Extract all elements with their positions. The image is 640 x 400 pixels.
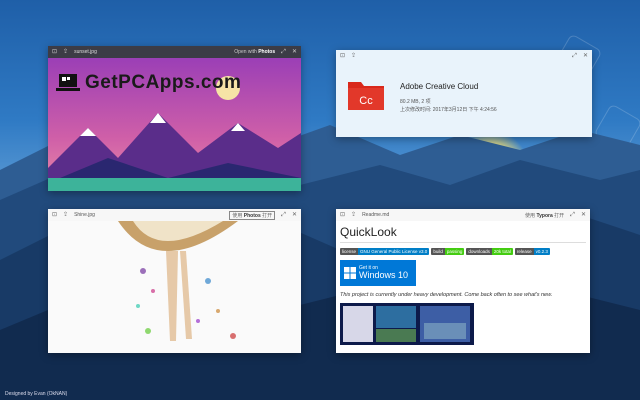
badge-label: downloads xyxy=(466,248,492,255)
pin-icon[interactable]: ⊡ xyxy=(52,46,57,58)
close-icon[interactable]: ✕ xyxy=(583,50,588,62)
pin-icon[interactable]: ⊡ xyxy=(340,50,345,62)
wallpaper-credit: Designed by Evan (OkNAN) xyxy=(5,391,68,397)
dev-note: This project is currently under heavy de… xyxy=(340,292,553,298)
folder-title: Adobe Creative Cloud xyxy=(400,82,479,91)
badge-label: build xyxy=(431,248,445,255)
close-icon[interactable]: ✕ xyxy=(581,209,586,221)
laptop-icon xyxy=(56,74,80,91)
window-title: sunset.jpg xyxy=(74,49,97,55)
titlebar: ⊡ ⇪ Readme.md 使用 Typora 打开 ⤢ ✕ xyxy=(336,209,590,221)
store-badge[interactable]: Get it on Windows 10 xyxy=(340,260,416,286)
share-icon[interactable]: ⇪ xyxy=(351,50,356,62)
image-shine xyxy=(48,221,301,353)
folder-icon: Cc xyxy=(348,82,384,110)
readme-badge[interactable]: build passing xyxy=(431,248,465,255)
badge-value: v0.2.3 xyxy=(533,248,550,255)
share-icon[interactable]: ⇪ xyxy=(63,209,68,221)
readme-badge[interactable]: license GNU General Public License v3.0 xyxy=(340,248,430,255)
pin-icon[interactable]: ⊡ xyxy=(340,209,345,221)
titlebar: ⊡ ⇪ ⤢ ✕ xyxy=(336,50,592,62)
close-icon[interactable]: ✕ xyxy=(292,209,297,221)
fullscreen-icon[interactable]: ⤢ xyxy=(281,209,286,221)
close-icon[interactable]: ✕ xyxy=(292,46,297,58)
fullscreen-icon[interactable]: ⤢ xyxy=(281,46,286,58)
titlebar: ⊡ ⇪ sunset.jpg Open with Photos ⤢ ✕ xyxy=(48,46,301,58)
badge-label: license xyxy=(340,248,359,255)
watermark-logo: GetPCApps.com xyxy=(56,72,241,94)
open-with-button[interactable]: 使用 Typora 打开 xyxy=(525,212,564,219)
preview-window-shine[interactable]: ⊡ ⇪ Shine.jpg 使用 Photos 打开 ⤢ ✕ xyxy=(48,209,301,353)
share-icon[interactable]: ⇪ xyxy=(351,209,356,221)
windows-logo-icon xyxy=(344,267,356,279)
titlebar: ⊡ ⇪ Shine.jpg 使用 Photos 打开 ⤢ ✕ xyxy=(48,209,301,221)
preview-window-sunset[interactable]: ⊡ ⇪ sunset.jpg Open with Photos ⤢ ✕ GetP… xyxy=(48,46,301,191)
open-with-button[interactable]: 使用 Photos 打开 xyxy=(229,210,276,220)
readme-badge[interactable]: release v0.2.3 xyxy=(514,248,550,255)
pin-icon[interactable]: ⊡ xyxy=(52,209,57,221)
fullscreen-icon[interactable]: ⤢ xyxy=(570,209,575,221)
fullscreen-icon[interactable]: ⤢ xyxy=(572,50,577,62)
preview-window-readme[interactable]: ⊡ ⇪ Readme.md 使用 Typora 打开 ⤢ ✕ QuickLook… xyxy=(336,209,590,353)
share-icon[interactable]: ⇪ xyxy=(63,46,68,58)
badge-label: release xyxy=(514,248,534,255)
badge-value: passing xyxy=(444,248,465,255)
readme-screenshot xyxy=(340,303,474,345)
readme-badge[interactable]: downloads 20k total xyxy=(466,248,513,255)
badge-value: GNU General Public License v3.0 xyxy=(358,248,430,255)
open-with-button[interactable]: Open with Photos xyxy=(234,49,275,55)
readme-heading: QuickLook xyxy=(340,225,586,243)
store-big-text: Windows 10 xyxy=(359,270,409,280)
window-title: Readme.md xyxy=(362,212,390,218)
folder-modified: 上次修改时间: 2017年3月12日 下午 4:24:56 xyxy=(400,107,497,113)
svg-text:Cc: Cc xyxy=(359,95,373,107)
preview-window-folder[interactable]: ⊡ ⇪ ⤢ ✕ Cc Adobe Creative Cloud 80.2 MB,… xyxy=(336,50,592,137)
badge-row: license GNU General Public License v3.0 bu… xyxy=(340,248,586,255)
folder-size: 80.2 MB, 2 项 xyxy=(400,99,431,105)
badge-value: 20k total xyxy=(491,248,513,255)
window-title: Shine.jpg xyxy=(74,212,95,218)
